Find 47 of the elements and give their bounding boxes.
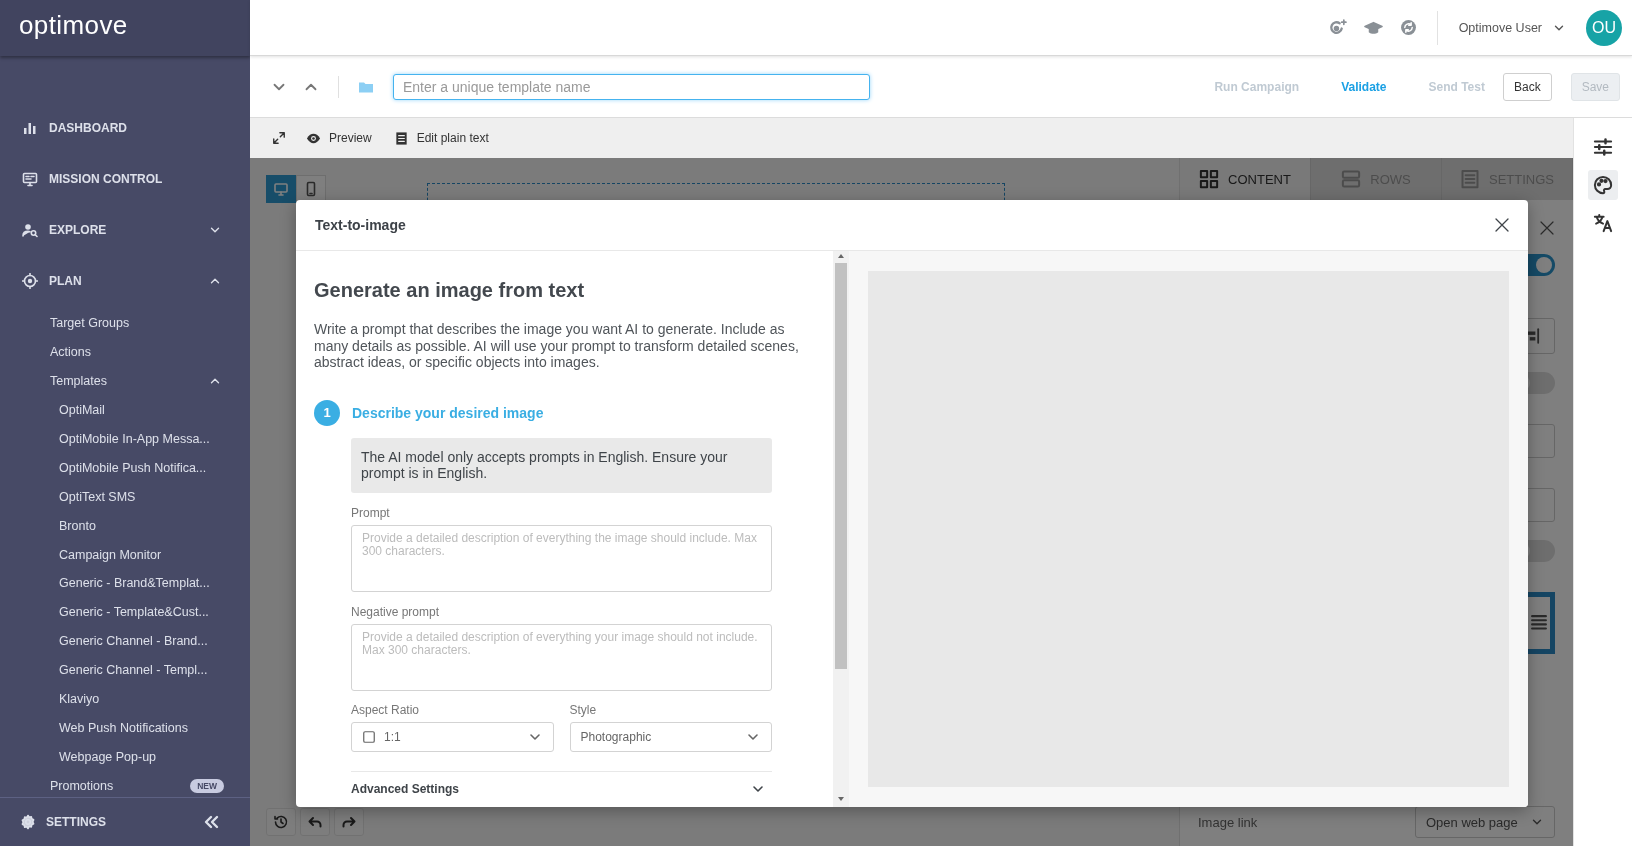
toolbar-button[interactable]: Back bbox=[1502, 72, 1552, 101]
nav-item[interactable]: Generic - Brand&Templat... bbox=[0, 569, 250, 598]
nav-item[interactable]: Klaviyo bbox=[0, 684, 250, 714]
new-badge: NEW bbox=[190, 778, 224, 793]
editor-tool-button[interactable]: Edit plain text bbox=[393, 130, 489, 146]
section-heading: Generate an image from text bbox=[314, 279, 586, 302]
advanced-settings-toggle[interactable]: Advanced Settings bbox=[351, 770, 772, 797]
editor-tool-button[interactable]: Preview bbox=[306, 130, 372, 146]
dialog-title: Text-to-image bbox=[315, 217, 406, 233]
nav-item[interactable]: DASHBOARD bbox=[0, 102, 250, 153]
user-menu[interactable]: Optimove User bbox=[1437, 20, 1586, 35]
nav-item[interactable]: Generic Channel - Templ... bbox=[0, 655, 250, 685]
notice-message: The AI model only accepts prompts in English. Ensure your prompt is in English. bbox=[351, 437, 772, 493]
field-label: Style bbox=[569, 702, 598, 717]
select-field[interactable]: 1:1 bbox=[351, 721, 554, 752]
field-label: Image link bbox=[1198, 814, 1258, 830]
nav-item[interactable]: Actions bbox=[0, 337, 250, 367]
nav-item[interactable]: OptiMail bbox=[0, 395, 250, 425]
nav-item[interactable]: Promotions NEW bbox=[0, 771, 250, 797]
nav-item[interactable]: OptiText SMS bbox=[0, 482, 250, 512]
intro-text: Write a prompt that describes the image you want AI to generate. Include as many details as possible. AI will use your prompt to transform detailed scenes, abstract ideas, or specific objects into images. bbox=[314, 321, 800, 371]
panel-tab[interactable]: CONTENT bbox=[1180, 158, 1311, 200]
step-number: 1 bbox=[314, 399, 340, 426]
nav-item[interactable]: Web Push Notifications bbox=[0, 713, 250, 743]
select-field[interactable]: Open web page bbox=[1415, 806, 1555, 838]
settings-item[interactable]: SETTINGS bbox=[0, 797, 250, 846]
nav-item[interactable]: Campaign Monitor bbox=[0, 540, 250, 569]
nav-item[interactable]: Templates bbox=[0, 366, 250, 396]
field-label: Aspect Ratio bbox=[351, 702, 421, 717]
nav-item[interactable]: Bronto bbox=[0, 511, 250, 541]
nav-item[interactable]: PLAN bbox=[0, 255, 250, 306]
step-title: Describe your desired image bbox=[352, 404, 544, 421]
nav-item[interactable]: EXPLORE bbox=[0, 204, 250, 255]
nav-item[interactable]: Target Groups bbox=[0, 309, 250, 338]
nav-item[interactable]: OptiMobile Push Notifica... bbox=[0, 453, 250, 483]
field-label: Negative prompt bbox=[351, 604, 441, 619]
nav-item[interactable]: Generic - Template&Cust... bbox=[0, 597, 250, 627]
app-logo: optimove bbox=[19, 9, 128, 41]
template-name-field[interactable]: Enter a unique template name bbox=[393, 73, 870, 100]
prompt-field[interactable]: Provide a detailed description of everything your image should not include. Max 300 characters. bbox=[351, 623, 772, 691]
nav-item[interactable]: Generic Channel - Brand... bbox=[0, 626, 250, 656]
nav-item[interactable]: Webpage Pop-up bbox=[0, 742, 250, 772]
nav-item[interactable]: OptiMobile In-App Messa... bbox=[0, 424, 250, 454]
prompt-field[interactable]: Provide a detailed description of everything the image should include. Max 300 characters. bbox=[351, 524, 772, 592]
field-label: Prompt bbox=[351, 505, 391, 520]
select-field[interactable]: Photographic bbox=[569, 721, 772, 752]
nav-item[interactable]: MISSION CONTROL bbox=[0, 153, 250, 204]
